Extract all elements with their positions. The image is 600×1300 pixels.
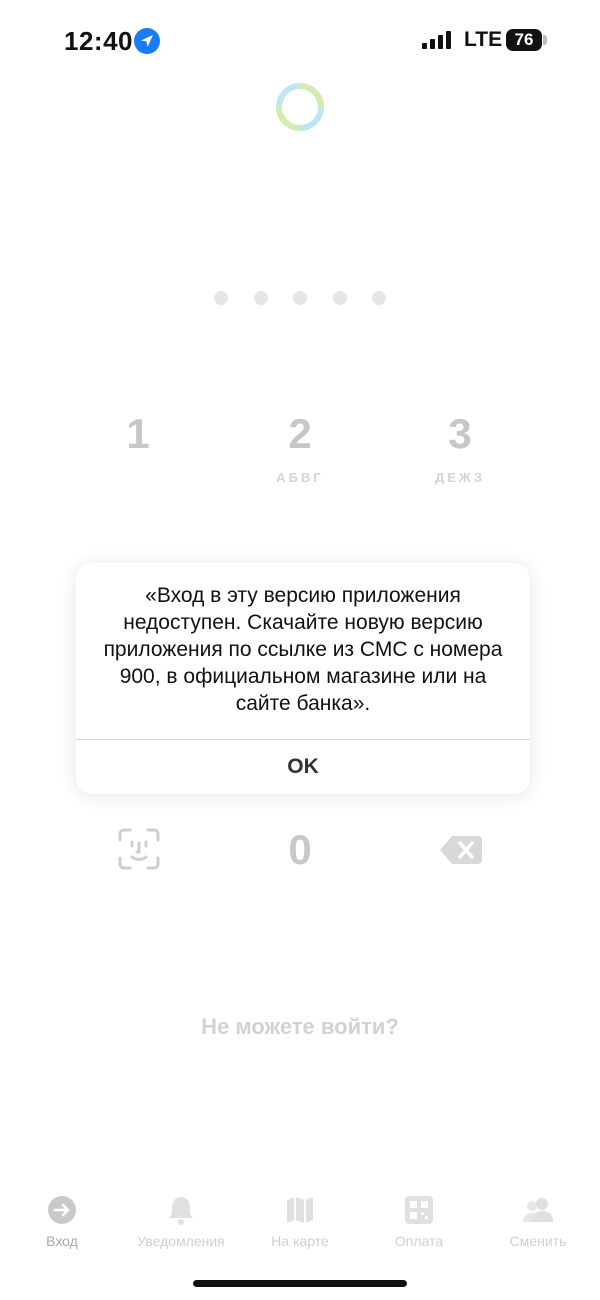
pin-indicator — [214, 291, 386, 305]
alert-dialog: «Вход в эту версию приложения недоступен… — [76, 563, 530, 794]
qr-icon — [405, 1196, 433, 1224]
tab-label: На карте — [271, 1233, 329, 1249]
key-digit: 2 — [288, 410, 312, 457]
signal-icon — [422, 31, 451, 49]
tab-label: Сменить — [509, 1233, 567, 1249]
keypad-key-3[interactable]: 3 ДЕЖЗ — [400, 410, 520, 485]
key-digit: 0 — [288, 826, 312, 873]
bell-icon — [169, 1197, 193, 1225]
key-digit: 3 — [448, 410, 472, 457]
face-id-icon — [118, 828, 160, 870]
home-indicator[interactable] — [193, 1280, 407, 1287]
login-arrow-icon — [48, 1196, 76, 1224]
key-digit: 1 — [126, 410, 150, 457]
key-letters: АБВГ — [276, 470, 324, 485]
map-icon — [287, 1197, 313, 1223]
tab-login[interactable]: Вход — [2, 1192, 122, 1249]
key-letters: ДЕЖЗ — [435, 470, 485, 485]
users-icon — [523, 1198, 553, 1222]
keypad-key-0[interactable]: 0 — [240, 826, 360, 874]
tab-label: Оплата — [394, 1233, 444, 1249]
pin-dot — [214, 291, 228, 305]
pin-dot — [253, 291, 268, 305]
keypad-key-1[interactable]: 1 — [78, 410, 198, 458]
pin-dot — [332, 291, 347, 305]
cant-login-link[interactable]: Не можете войти? — [0, 1014, 600, 1040]
network-type: LTE — [464, 28, 503, 51]
tab-switch-user[interactable]: Сменить — [478, 1192, 598, 1249]
battery-icon: 76 — [506, 29, 542, 51]
loading-spinner-icon — [276, 83, 324, 131]
tab-payment[interactable]: Оплата — [359, 1192, 479, 1249]
tab-notifications[interactable]: Уведомления — [121, 1192, 241, 1249]
backspace-icon — [440, 836, 482, 864]
alert-message: «Вход в эту версию приложения недоступен… — [103, 584, 503, 715]
pin-dot — [293, 291, 307, 305]
tab-map[interactable]: На карте — [240, 1192, 360, 1249]
pin-dot — [372, 291, 386, 305]
face-id-button[interactable] — [118, 828, 160, 870]
status-time: 12:40 — [64, 26, 133, 56]
tab-label: Уведомления — [137, 1233, 225, 1249]
keypad-key-2[interactable]: 2 АБВГ — [240, 410, 360, 485]
location-icon — [134, 28, 160, 54]
backspace-button[interactable] — [440, 834, 482, 866]
alert-ok-button[interactable]: OK — [76, 740, 530, 794]
battery-cap — [543, 35, 547, 45]
tab-label: Вход — [46, 1233, 78, 1249]
